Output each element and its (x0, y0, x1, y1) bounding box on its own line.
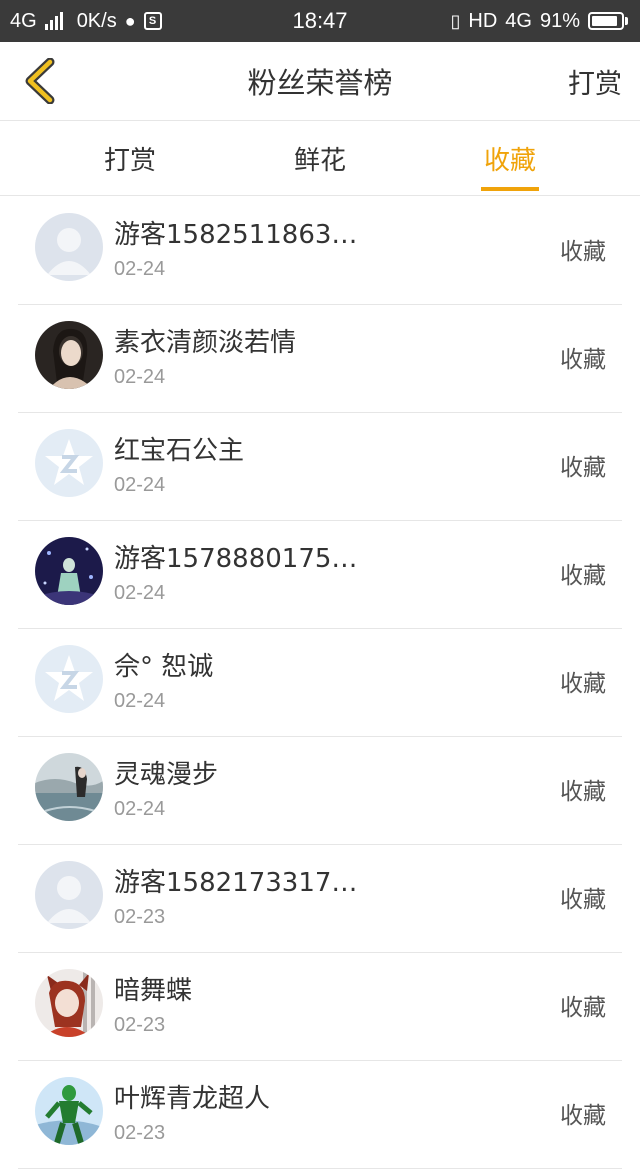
fan-date: 02-23 (114, 906, 166, 928)
fan-name: 暗舞蝶 (114, 976, 193, 1006)
list-item[interactable]: 红宝石公主 02-24 收藏 (18, 412, 622, 521)
fan-action-label: 收藏 (560, 347, 606, 373)
fan-name: 红宝石公主 (114, 436, 245, 466)
app-s-icon: S (143, 12, 162, 30)
status-time: 18:47 (292, 8, 348, 33)
qzone-star-icon (35, 645, 103, 713)
fan-action-label: 收藏 (560, 563, 606, 589)
network-speed: 0K/s (76, 9, 117, 32)
fan-action-label: 收藏 (560, 779, 606, 805)
default-user-icon (35, 213, 103, 281)
avatar-photo-lake (35, 753, 103, 821)
fan-date: 02-23 (114, 1014, 166, 1036)
fan-name: 叶辉青龙超人 (114, 1084, 271, 1114)
back-button[interactable] (14, 54, 66, 108)
fan-name: 灵魂漫步 (114, 760, 219, 790)
tab-flowers[interactable]: 鲜花 (260, 121, 380, 195)
default-user-icon (35, 861, 103, 929)
battery-percent: 91% (539, 9, 580, 32)
tab-bar: 打赏 鲜花 收藏 (0, 121, 640, 196)
tab-active-indicator (481, 187, 539, 191)
battery-icon (588, 12, 628, 30)
list-item[interactable]: 佘° 恕诚 02-24 收藏 (18, 628, 622, 737)
fan-action-label: 收藏 (560, 995, 606, 1021)
chevron-left-icon (25, 58, 55, 104)
fan-date: 02-24 (114, 690, 166, 712)
avatar-photo-girl (35, 321, 103, 389)
fan-name: 游客1578880175… (114, 544, 358, 574)
fan-date: 02-24 (114, 798, 166, 820)
list-item[interactable]: 叶辉青龙超人 02-23 收藏 (18, 1060, 622, 1169)
list-item[interactable]: 灵魂漫步 02-24 收藏 (18, 736, 622, 845)
status-right: ▯ HD 4G 91% (450, 0, 628, 42)
avatar-photo-anime (35, 969, 103, 1037)
fan-name: 游客1582173317… (114, 868, 358, 898)
fan-date: 02-24 (114, 582, 166, 604)
qq-icon: ● (124, 10, 136, 31)
status-bar: 4G 0K/s ● S 18:47 ▯ HD 4G 91% (0, 0, 640, 42)
fan-date: 02-24 (114, 474, 166, 496)
page-title: 粉丝荣誉榜 (247, 66, 393, 100)
nav-bar: 粉丝荣誉榜 打赏 (0, 42, 640, 121)
fan-date: 02-24 (114, 366, 166, 388)
fan-date: 02-23 (114, 1122, 166, 1144)
status-left: 4G 0K/s ● S (10, 0, 162, 42)
avatar-photo-hero (35, 1077, 103, 1145)
fan-name: 佘° 恕诚 (114, 652, 214, 682)
avatar-photo-night (35, 537, 103, 605)
reward-button[interactable]: 打赏 (568, 42, 622, 120)
hd-label: HD (468, 9, 498, 32)
signal-icon (44, 12, 63, 30)
vibrate-icon: ▯ (450, 10, 461, 31)
fan-action-label: 收藏 (560, 671, 606, 697)
network-type: 4G (10, 9, 37, 32)
list-item[interactable]: 游客1582511863… 02-24 收藏 (18, 196, 622, 305)
fan-name: 素衣清颜淡若情 (114, 328, 297, 358)
fan-action-label: 收藏 (560, 887, 606, 913)
fan-action-label: 收藏 (560, 239, 606, 265)
network-type-right: 4G (505, 9, 532, 32)
list-item[interactable]: 暗舞蝶 02-23 收藏 (18, 952, 622, 1061)
tab-reward[interactable]: 打赏 (70, 121, 190, 195)
qzone-star-icon (35, 429, 103, 497)
list-item[interactable]: 游客1582173317… 02-23 收藏 (18, 844, 622, 953)
fan-date: 02-24 (114, 258, 166, 280)
fan-action-label: 收藏 (560, 455, 606, 481)
list-item[interactable]: 游客1578880175… 02-24 收藏 (18, 520, 622, 629)
fan-name: 游客1582511863… (114, 220, 358, 250)
fan-action-label: 收藏 (560, 1103, 606, 1129)
list-item[interactable]: 素衣清颜淡若情 02-24 收藏 (18, 304, 622, 413)
tab-favorites[interactable]: 收藏 (450, 121, 570, 195)
